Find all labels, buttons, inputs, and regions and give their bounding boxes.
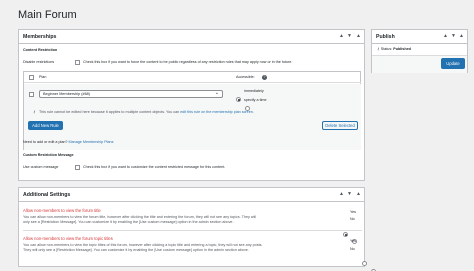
manage-plans-row: Need to add or edit a plan? Manage Membe… <box>23 140 113 145</box>
content-restriction-label: Content Restriction <box>23 48 58 52</box>
setting-topic-titles-desc-2: They will only see a [Restriction Messag… <box>23 248 249 252</box>
setting-topic-titles-desc-1: You can allow non-members to view the to… <box>23 243 263 247</box>
setting-forum-title-desc-2: only see a [Restriction Message]. You ca… <box>23 220 234 224</box>
accessible-immediately-label: immediately <box>244 89 264 93</box>
publish-box: Publish ▲ ▼ ▲ ⚷ Status: Published Update <box>371 29 468 73</box>
use-custom-desc: Check this box if you want to customize … <box>83 165 226 169</box>
setting-topic-titles-no-label: No <box>350 247 355 251</box>
setting-topic-titles-heading: Allow non-members to view the forum topi… <box>23 236 113 241</box>
publish-title: Publish <box>376 34 395 40</box>
custom-restriction-label: Custom Restriction Message <box>23 153 74 157</box>
setting-forum-title-no-label: No <box>350 217 355 221</box>
rule-row-checkbox[interactable] <box>29 92 34 97</box>
move-down-icon[interactable]: ▼ <box>347 33 352 39</box>
plan-select[interactable]: Beginner Membership (#68) ⌄ <box>39 90 223 98</box>
chevron-down-icon: ⌄ <box>214 90 219 96</box>
rule-note-key-icon: ⚷ <box>33 110 36 114</box>
move-up-icon[interactable]: ▲ <box>339 33 344 39</box>
status-value: Published <box>393 47 411 51</box>
use-custom-label: Use custom message <box>23 165 59 169</box>
rule-note: This rule cannot be edited here because … <box>39 110 254 115</box>
publish-status: ⚷ Status: Published <box>377 47 411 52</box>
select-all-checkbox[interactable] <box>29 75 34 80</box>
add-new-rule-button[interactable]: Add New Rule <box>28 121 63 130</box>
key-icon: ⚷ <box>377 47 380 51</box>
plan-column-header: Plan <box>39 75 47 79</box>
page-title: Main Forum <box>18 9 77 21</box>
memberships-box: Memberships ▲ ▼ ▲ Content Restriction Di… <box>18 29 365 181</box>
accessible-specify-label: specify a time <box>244 98 267 102</box>
disable-restrictions-checkbox[interactable] <box>75 60 80 65</box>
additional-settings-header: Additional Settings ▲ ▼ ▲ <box>19 188 364 202</box>
memberships-title: Memberships <box>23 34 57 40</box>
setting-forum-title-yes-label: Yes <box>350 210 357 214</box>
setting-forum-title-desc-1: You can allow non-members to view the fo… <box>23 215 257 219</box>
update-button[interactable]: Update <box>441 58 465 69</box>
toggle-panel-icon[interactable]: ▲ <box>459 33 464 39</box>
use-custom-checkbox[interactable] <box>75 165 80 170</box>
toggle-panel-icon[interactable]: ▲ <box>356 191 361 197</box>
settings-divider <box>23 230 362 231</box>
accessible-immediately-radio[interactable] <box>236 97 241 102</box>
setting-forum-title-heading: Allow non-members to view the forum titl… <box>23 208 101 213</box>
move-down-icon[interactable]: ▼ <box>451 33 456 39</box>
edit-rule-link[interactable]: edit this rule on the membership plan sc… <box>180 110 254 114</box>
additional-settings-title: Additional Settings <box>23 192 71 198</box>
rules-table: Plan Accessible: ? Beginner Membership (… <box>23 71 361 150</box>
setting-topic-titles-yes-radio[interactable] <box>361 261 367 266</box>
toggle-panel-icon[interactable]: ▲ <box>356 33 361 39</box>
help-icon[interactable]: ? <box>262 75 267 80</box>
setting-topic-titles-yes-label: Yes <box>350 239 357 243</box>
disable-restrictions-desc: Check this box if you want to force the … <box>83 60 293 64</box>
disable-restrictions-label: Disable restrictions <box>23 60 55 64</box>
additional-settings-box: Additional Settings ▲ ▼ ▲ Allow non-memb… <box>18 187 377 271</box>
delete-selected-button[interactable]: Delete Selected <box>322 121 358 130</box>
accessible-column-header: Accessible: <box>236 75 255 79</box>
rules-table-header: Plan Accessible: ? <box>24 72 361 83</box>
publish-header: Publish ▲ ▼ ▲ <box>372 30 467 44</box>
move-down-icon[interactable]: ▼ <box>347 191 352 197</box>
rule-note-text: This rule cannot be edited here because … <box>39 110 180 114</box>
move-up-icon[interactable]: ▲ <box>339 191 344 197</box>
setting-forum-title-yes-radio[interactable] <box>343 232 348 237</box>
move-up-icon[interactable]: ▲ <box>443 33 448 39</box>
need-plan-text: Need to add or edit a plan? <box>23 140 68 144</box>
plan-select-value: Beginner Membership (#68) <box>43 92 91 96</box>
manage-plans-link[interactable]: Manage Membership Plans <box>69 140 114 144</box>
memberships-header: Memberships ▲ ▼ ▲ <box>19 30 364 44</box>
status-label: Status: <box>380 47 393 51</box>
